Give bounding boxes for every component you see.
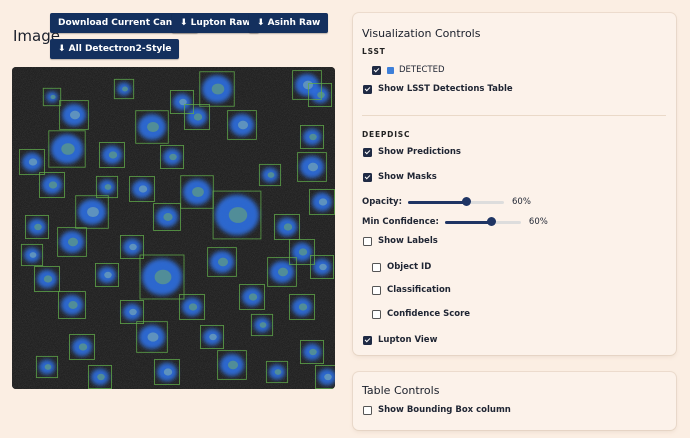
detected-label: DETECTED — [399, 65, 445, 75]
asinh-raw-button[interactable]: ⬇ Asinh Raw — [249, 13, 329, 33]
min-confidence-label: Min Confidence: — [362, 217, 439, 227]
show-labels-checkbox[interactable] — [363, 236, 372, 246]
object-id-row[interactable]: Object ID — [372, 262, 431, 272]
opacity-row: Opacity: 60% — [362, 196, 531, 208]
table-controls-panel — [353, 372, 676, 430]
lupton-view-checkbox[interactable] — [363, 335, 372, 345]
table-controls-title: Table Controls — [362, 384, 440, 397]
bbox-column-checkbox[interactable] — [363, 405, 372, 415]
show-lsst-table-checkbox[interactable] — [363, 84, 372, 94]
detected-row[interactable]: DETECTED — [372, 65, 445, 75]
confidence-score-label: Confidence Score — [387, 309, 471, 319]
min-confidence-row: Min Confidence: 60% — [362, 216, 548, 228]
show-predictions-row[interactable]: Show Predictions — [363, 147, 461, 157]
opacity-value: 60% — [512, 197, 531, 207]
viz-controls-title: Visualization Controls — [362, 27, 481, 40]
object-id-checkbox[interactable] — [372, 262, 381, 272]
detected-color-swatch — [387, 66, 394, 74]
min-confidence-value: 60% — [528, 217, 548, 227]
classification-label: Classification — [387, 285, 451, 295]
bbox-column-row[interactable]: Show Bounding Box column — [363, 405, 511, 415]
show-lsst-table-label: Show LSST Detections Table — [378, 84, 513, 94]
classification-checkbox[interactable] — [372, 285, 381, 295]
all-detectron-button[interactable]: ⬇ All Detectron2-Style — [50, 39, 180, 59]
min-confidence-slider[interactable] — [444, 216, 521, 228]
lupton-view-label: Lupton View — [378, 335, 438, 345]
show-predictions-label: Show Predictions — [378, 147, 461, 157]
show-lsst-table-row[interactable]: Show LSST Detections Table — [363, 84, 513, 94]
show-labels-label: Show Labels — [378, 236, 438, 246]
min-confidence-slider-thumb[interactable] — [486, 217, 496, 226]
show-labels-row[interactable]: Show Labels — [363, 236, 438, 246]
classification-row[interactable]: Classification — [372, 285, 451, 295]
show-masks-checkbox[interactable] — [363, 172, 372, 182]
opacity-slider[interactable] — [408, 196, 505, 208]
opacity-label: Opacity: — [362, 197, 403, 207]
show-masks-row[interactable]: Show Masks — [363, 172, 437, 182]
confidence-score-row[interactable]: Confidence Score — [372, 309, 470, 319]
lupton-raw-button[interactable]: ⬇ Lupton Raw — [172, 13, 259, 33]
opacity-slider-thumb[interactable] — [461, 197, 471, 206]
lsst-heading: LSST — [362, 47, 386, 56]
detections-overlay — [12, 67, 335, 389]
deepdisc-heading: DEEPDISC — [362, 130, 411, 139]
lupton-view-row[interactable]: Lupton View — [363, 335, 437, 345]
object-id-label: Object ID — [387, 262, 432, 272]
bbox-column-label: Show Bounding Box column — [378, 405, 511, 415]
show-masks-label: Show Masks — [378, 172, 437, 182]
section-divider — [362, 115, 666, 116]
show-predictions-checkbox[interactable] — [363, 147, 372, 157]
image-canvas[interactable] — [12, 67, 335, 389]
confidence-score-checkbox[interactable] — [372, 309, 381, 319]
detected-checkbox[interactable] — [372, 65, 381, 75]
